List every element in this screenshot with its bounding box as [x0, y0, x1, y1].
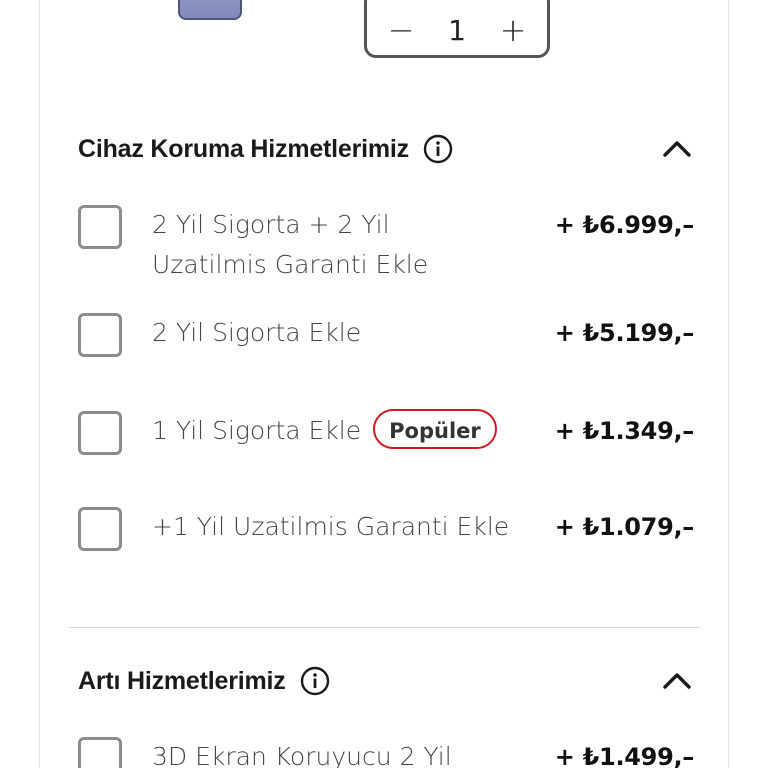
- chevron-up-icon[interactable]: [660, 133, 694, 167]
- increment-button[interactable]: +: [497, 14, 529, 46]
- chevron-up-icon[interactable]: [660, 665, 694, 699]
- option-label-text: 1 Yil Sigorta Ekle: [152, 416, 362, 445]
- option-checkbox[interactable]: [78, 737, 122, 768]
- section-title: Cihaz Koruma Hizmetlerimiz: [78, 134, 409, 163]
- option-checkbox[interactable]: [78, 507, 122, 551]
- option-checkbox[interactable]: [78, 205, 122, 249]
- info-icon[interactable]: [423, 134, 453, 164]
- option-checkbox[interactable]: [78, 313, 122, 357]
- option-price: + ₺6.999,–: [554, 211, 695, 239]
- info-icon[interactable]: [300, 666, 330, 696]
- option-price: + ₺1.349,–: [554, 417, 695, 445]
- option-label: 2 Yil Sigorta Ekle: [152, 318, 362, 347]
- decrement-button[interactable]: −: [385, 14, 417, 46]
- device-protection-section-header: Cihaz Koruma Hizmetlerimiz: [78, 129, 694, 169]
- option-label: 1 Yil Sigorta Ekle Popüler: [152, 409, 572, 452]
- option-label: 2 Yil Sigorta + 2 Yil Uzatilmis Garanti …: [152, 210, 429, 279]
- option-price: + ₺1.499,–: [554, 743, 695, 768]
- option-price: + ₺5.199,–: [554, 319, 695, 347]
- extra-services-section-header: Artı Hizmetlerimiz: [78, 661, 694, 701]
- product-options-panel: [39, 0, 729, 768]
- option-label: +1 Yil Uzatilmis Garanti Ekle: [152, 512, 510, 541]
- option-label: 3D Ekran Koruyucu 2 Yil: [152, 742, 452, 768]
- section-divider: [69, 627, 700, 628]
- quantity-stepper: − 1 +: [364, 0, 550, 58]
- product-thumbnail: [178, 0, 242, 20]
- section-title: Artı Hizmetlerimiz: [78, 666, 286, 695]
- quantity-value: 1: [448, 13, 466, 47]
- popular-badge: Popüler: [373, 409, 497, 449]
- option-checkbox[interactable]: [78, 411, 122, 455]
- option-price: + ₺1.079,–: [554, 513, 695, 541]
